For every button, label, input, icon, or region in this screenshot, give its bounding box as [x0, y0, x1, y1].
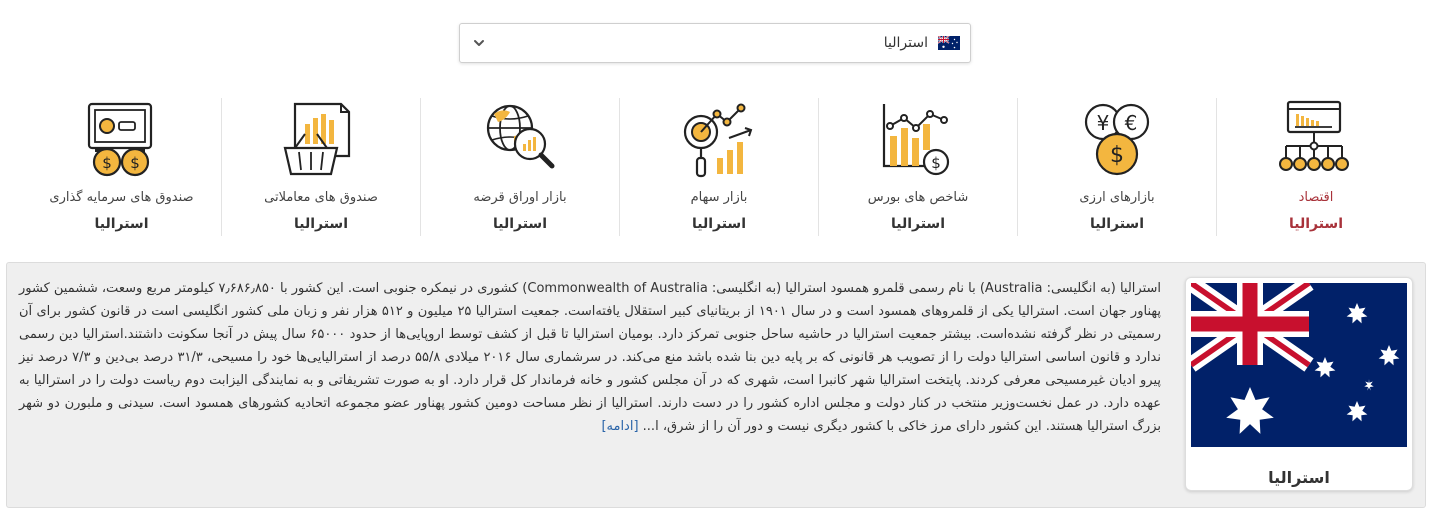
category-row: اقتصاد استرالیا ¥ € $ بازارهای ارزی استر…: [20, 98, 1415, 236]
stock-market-icon: [683, 103, 753, 178]
read-more-link[interactable]: [ادامه]: [601, 419, 638, 434]
australia-flag-icon: [1191, 283, 1407, 447]
investment-fund-safe-icon: $ $: [87, 102, 153, 177]
category-investment-funds[interactable]: $ $ صندوق های سرمایه گذاری استرالیا: [22, 98, 221, 236]
category-title: بازار اوراق قرضه: [473, 190, 567, 205]
category-trading-funds[interactable]: صندوق های معاملاتی استرالیا: [221, 98, 420, 236]
svg-text:$: $: [130, 154, 140, 172]
australia-flag-icon: [938, 36, 960, 50]
category-country: استرالیا: [492, 216, 548, 232]
category-title: بازار سهام: [690, 190, 748, 205]
category-economy[interactable]: اقتصاد استرالیا: [1216, 98, 1415, 236]
category-title: صندوق های معاملاتی: [264, 190, 378, 205]
category-currency-markets[interactable]: ¥ € $ بازارهای ارزی استرالیا: [1017, 98, 1216, 236]
description-text: استرالیا (به انگلیسی: Australia) با نام …: [18, 281, 1161, 434]
chevron-down-icon: [474, 40, 484, 46]
category-country: استرالیا: [691, 216, 747, 232]
category-title: شاخص های بورس: [867, 190, 969, 205]
category-title: بازارهای ارزی: [1079, 190, 1155, 205]
category-stock-indices[interactable]: $ شاخص های بورس استرالیا: [818, 98, 1017, 236]
category-title: صندوق های سرمایه گذاری: [49, 190, 194, 205]
selected-country-label: استرالیا: [883, 35, 928, 51]
svg-text:$: $: [931, 154, 941, 172]
category-country: استرالیا: [94, 216, 149, 232]
category-country: استرالیا: [293, 216, 349, 232]
category-bond-market[interactable]: بازار اوراق قرضه استرالیا: [420, 98, 619, 236]
country-name: استرالیا: [1268, 468, 1330, 487]
country-flag-card: استرالیا: [1185, 277, 1413, 491]
svg-text:€: €: [1125, 111, 1138, 135]
currency-coins-icon: ¥ € $: [1084, 103, 1150, 176]
svg-text:$: $: [102, 154, 112, 172]
svg-text:¥: ¥: [1097, 111, 1110, 135]
country-select[interactable]: استرالیا: [459, 23, 971, 63]
svg-text:$: $: [1110, 143, 1124, 168]
category-stock-market[interactable]: بازار سهام استرالیا: [619, 98, 818, 236]
category-country: استرالیا: [1288, 216, 1344, 232]
country-description: استرالیا (به انگلیسی: Australia) با نام …: [19, 277, 1161, 438]
bond-market-globe-icon: [486, 104, 555, 169]
trading-fund-basket-icon: [283, 102, 351, 176]
stock-index-chart-icon: $: [882, 104, 950, 176]
category-country: استرالیا: [890, 216, 946, 232]
country-info-panel: استرالیا استرالیا (به انگلیسی: Australia…: [6, 262, 1426, 508]
economy-network-icon: [1279, 100, 1349, 171]
category-country: استرالیا: [1089, 216, 1145, 232]
category-title: اقتصاد: [1298, 190, 1334, 205]
